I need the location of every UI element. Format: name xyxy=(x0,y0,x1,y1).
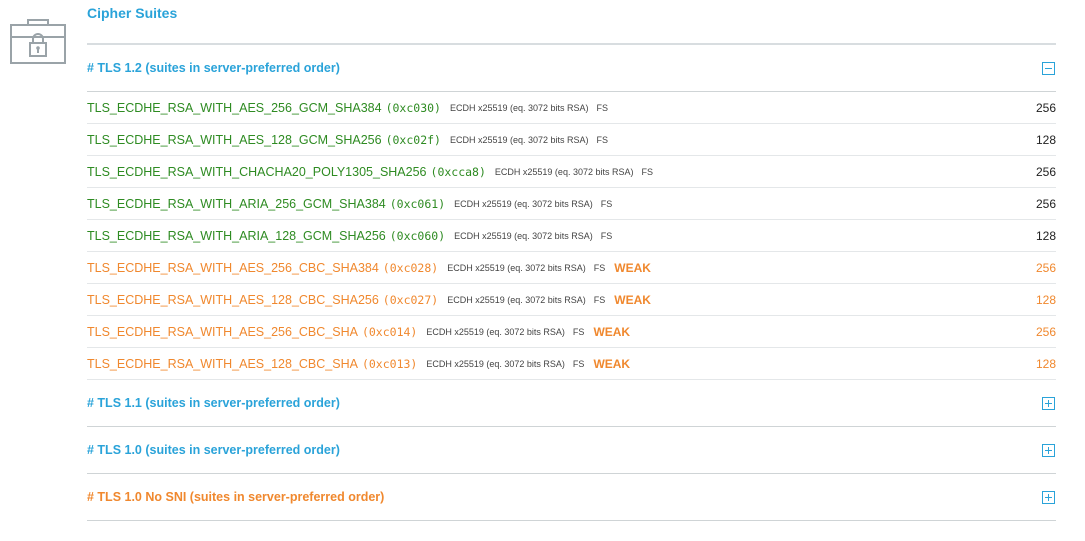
cipher-suite-row: TLS_ECDHE_RSA_WITH_ARIA_256_GCM_SHA384 (0… xyxy=(87,188,1056,220)
suite-bits: 256 xyxy=(1035,196,1056,211)
section-title-text: Cipher Suites xyxy=(87,5,178,21)
suite-key-exchange: ECDH x25519 (eq. 3072 bits RSA) xyxy=(454,230,593,241)
weak-badge: WEAK xyxy=(614,260,651,275)
suite-bits: 256 xyxy=(1035,324,1056,339)
cipher-suite-row: TLS_ECDHE_RSA_WITH_CHACHA20_POLY1305_SHA… xyxy=(87,156,1056,188)
group-title: # TLS 1.2 (suites in server-preferred or… xyxy=(87,61,340,75)
suite-name: TLS_ECDHE_RSA_WITH_ARIA_256_GCM_SHA384 xyxy=(87,196,386,211)
suite-code: (0xc013) xyxy=(361,356,418,371)
cipher-suites-section: Cipher Suites # TLS 1.2 (suites in serve… xyxy=(87,0,1056,521)
suite-fs-flag: FS xyxy=(600,198,613,209)
group-tls12-header[interactable]: # TLS 1.2 (suites in server-preferred or… xyxy=(87,45,1056,92)
group-tls11-header[interactable]: # TLS 1.1 (suites in server-preferred or… xyxy=(87,380,1056,427)
cipher-suite-row: TLS_ECDHE_RSA_WITH_AES_256_GCM_SHA384 (0x… xyxy=(87,92,1056,124)
suite-fs-flag: FS xyxy=(572,358,585,369)
section-title: Cipher Suites xyxy=(87,0,1056,45)
suite-key-exchange: ECDH x25519 (eq. 3072 bits RSA) xyxy=(449,102,589,113)
suite-fs-flag: FS xyxy=(641,166,653,177)
suite-code: (0xc02f) xyxy=(385,132,441,147)
suite-bits: 256 xyxy=(1035,260,1056,275)
suite-code: (0xc014) xyxy=(361,324,418,339)
suite-key-exchange: ECDH x25519 (eq. 3072 bits RSA) xyxy=(426,326,565,337)
lock-briefcase-icon xyxy=(9,17,67,67)
suite-key-exchange: ECDH x25519 (eq. 3072 bits RSA) xyxy=(447,262,586,273)
suite-fs-flag: FS xyxy=(600,230,613,241)
suite-key-exchange: ECDH x25519 (eq. 3072 bits RSA) xyxy=(454,198,593,209)
suite-name: TLS_ECDHE_RSA_WITH_CHACHA20_POLY1305_SHA… xyxy=(87,164,427,179)
plus-box-icon[interactable] xyxy=(1042,396,1055,410)
cipher-suite-row: TLS_ECDHE_RSA_WITH_AES_128_CBC_SHA256 (0x… xyxy=(87,284,1056,316)
group-title: # TLS 1.0 (suites in server-preferred or… xyxy=(87,443,340,457)
suite-bits: 128 xyxy=(1035,132,1056,147)
suite-code: (0xc030) xyxy=(385,100,441,115)
cipher-suite-row: TLS_ECDHE_RSA_WITH_AES_128_CBC_SHA (0xc01… xyxy=(87,348,1056,380)
suite-fs-flag: FS xyxy=(572,326,585,337)
suite-name: TLS_ECDHE_RSA_WITH_AES_128_GCM_SHA256 xyxy=(87,132,382,147)
cipher-suite-row: TLS_ECDHE_RSA_WITH_AES_256_CBC_SHA384 (0x… xyxy=(87,252,1056,284)
suite-fs-flag: FS xyxy=(596,134,609,145)
plus-box-icon[interactable] xyxy=(1042,490,1055,504)
group-title: # TLS 1.1 (suites in server-preferred or… xyxy=(87,396,340,410)
suite-fs-flag: FS xyxy=(593,294,606,305)
plus-box-icon[interactable] xyxy=(1042,443,1055,457)
suite-code: (0xc028) xyxy=(382,260,439,275)
suite-name: TLS_ECDHE_RSA_WITH_AES_256_CBC_SHA384 xyxy=(87,260,379,275)
suite-key-exchange: ECDH x25519 (eq. 3072 bits RSA) xyxy=(447,294,586,305)
suite-fs-flag: FS xyxy=(596,102,609,113)
cipher-suite-row: TLS_ECDHE_RSA_WITH_ARIA_128_GCM_SHA256 (0… xyxy=(87,220,1056,252)
suite-code: (0xcca8) xyxy=(430,164,486,179)
suite-key-exchange: ECDH x25519 (eq. 3072 bits RSA) xyxy=(426,358,565,369)
group-tls10-nosni-header[interactable]: # TLS 1.0 No SNI (suites in server-prefe… xyxy=(87,474,1056,521)
suite-key-exchange: ECDH x25519 (eq. 3072 bits RSA) xyxy=(494,166,634,177)
suite-code: (0xc061) xyxy=(389,196,446,211)
suite-key-exchange: ECDH x25519 (eq. 3072 bits RSA) xyxy=(449,134,589,145)
weak-badge: WEAK xyxy=(593,324,631,339)
suite-bits: 128 xyxy=(1035,228,1056,243)
weak-badge: WEAK xyxy=(593,356,631,371)
suite-bits: 128 xyxy=(1035,292,1056,307)
suite-fs-flag: FS xyxy=(593,262,606,273)
suite-code: (0xc060) xyxy=(389,228,446,243)
group-title: # TLS 1.0 No SNI (suites in server-prefe… xyxy=(87,490,385,504)
group-tls10-header[interactable]: # TLS 1.0 (suites in server-preferred or… xyxy=(87,427,1056,474)
suite-name: TLS_ECDHE_RSA_WITH_ARIA_128_GCM_SHA256 xyxy=(87,228,386,243)
cipher-suite-row: TLS_ECDHE_RSA_WITH_AES_128_GCM_SHA256 (0x… xyxy=(87,124,1056,156)
suite-name: TLS_ECDHE_RSA_WITH_AES_256_GCM_SHA384 xyxy=(87,100,382,115)
suite-bits: 256 xyxy=(1035,164,1056,179)
suite-bits: 256 xyxy=(1035,100,1056,115)
suite-name: TLS_ECDHE_RSA_WITH_AES_256_CBC_SHA xyxy=(87,324,358,339)
weak-badge: WEAK xyxy=(614,292,651,307)
minus-box-icon[interactable] xyxy=(1042,61,1055,75)
cipher-suite-row: TLS_ECDHE_RSA_WITH_AES_256_CBC_SHA (0xc01… xyxy=(87,316,1056,348)
suite-name: TLS_ECDHE_RSA_WITH_AES_128_CBC_SHA xyxy=(87,356,358,371)
suite-bits: 128 xyxy=(1035,356,1056,371)
suite-code: (0xc027) xyxy=(382,292,439,307)
suite-name: TLS_ECDHE_RSA_WITH_AES_128_CBC_SHA256 xyxy=(87,292,379,307)
